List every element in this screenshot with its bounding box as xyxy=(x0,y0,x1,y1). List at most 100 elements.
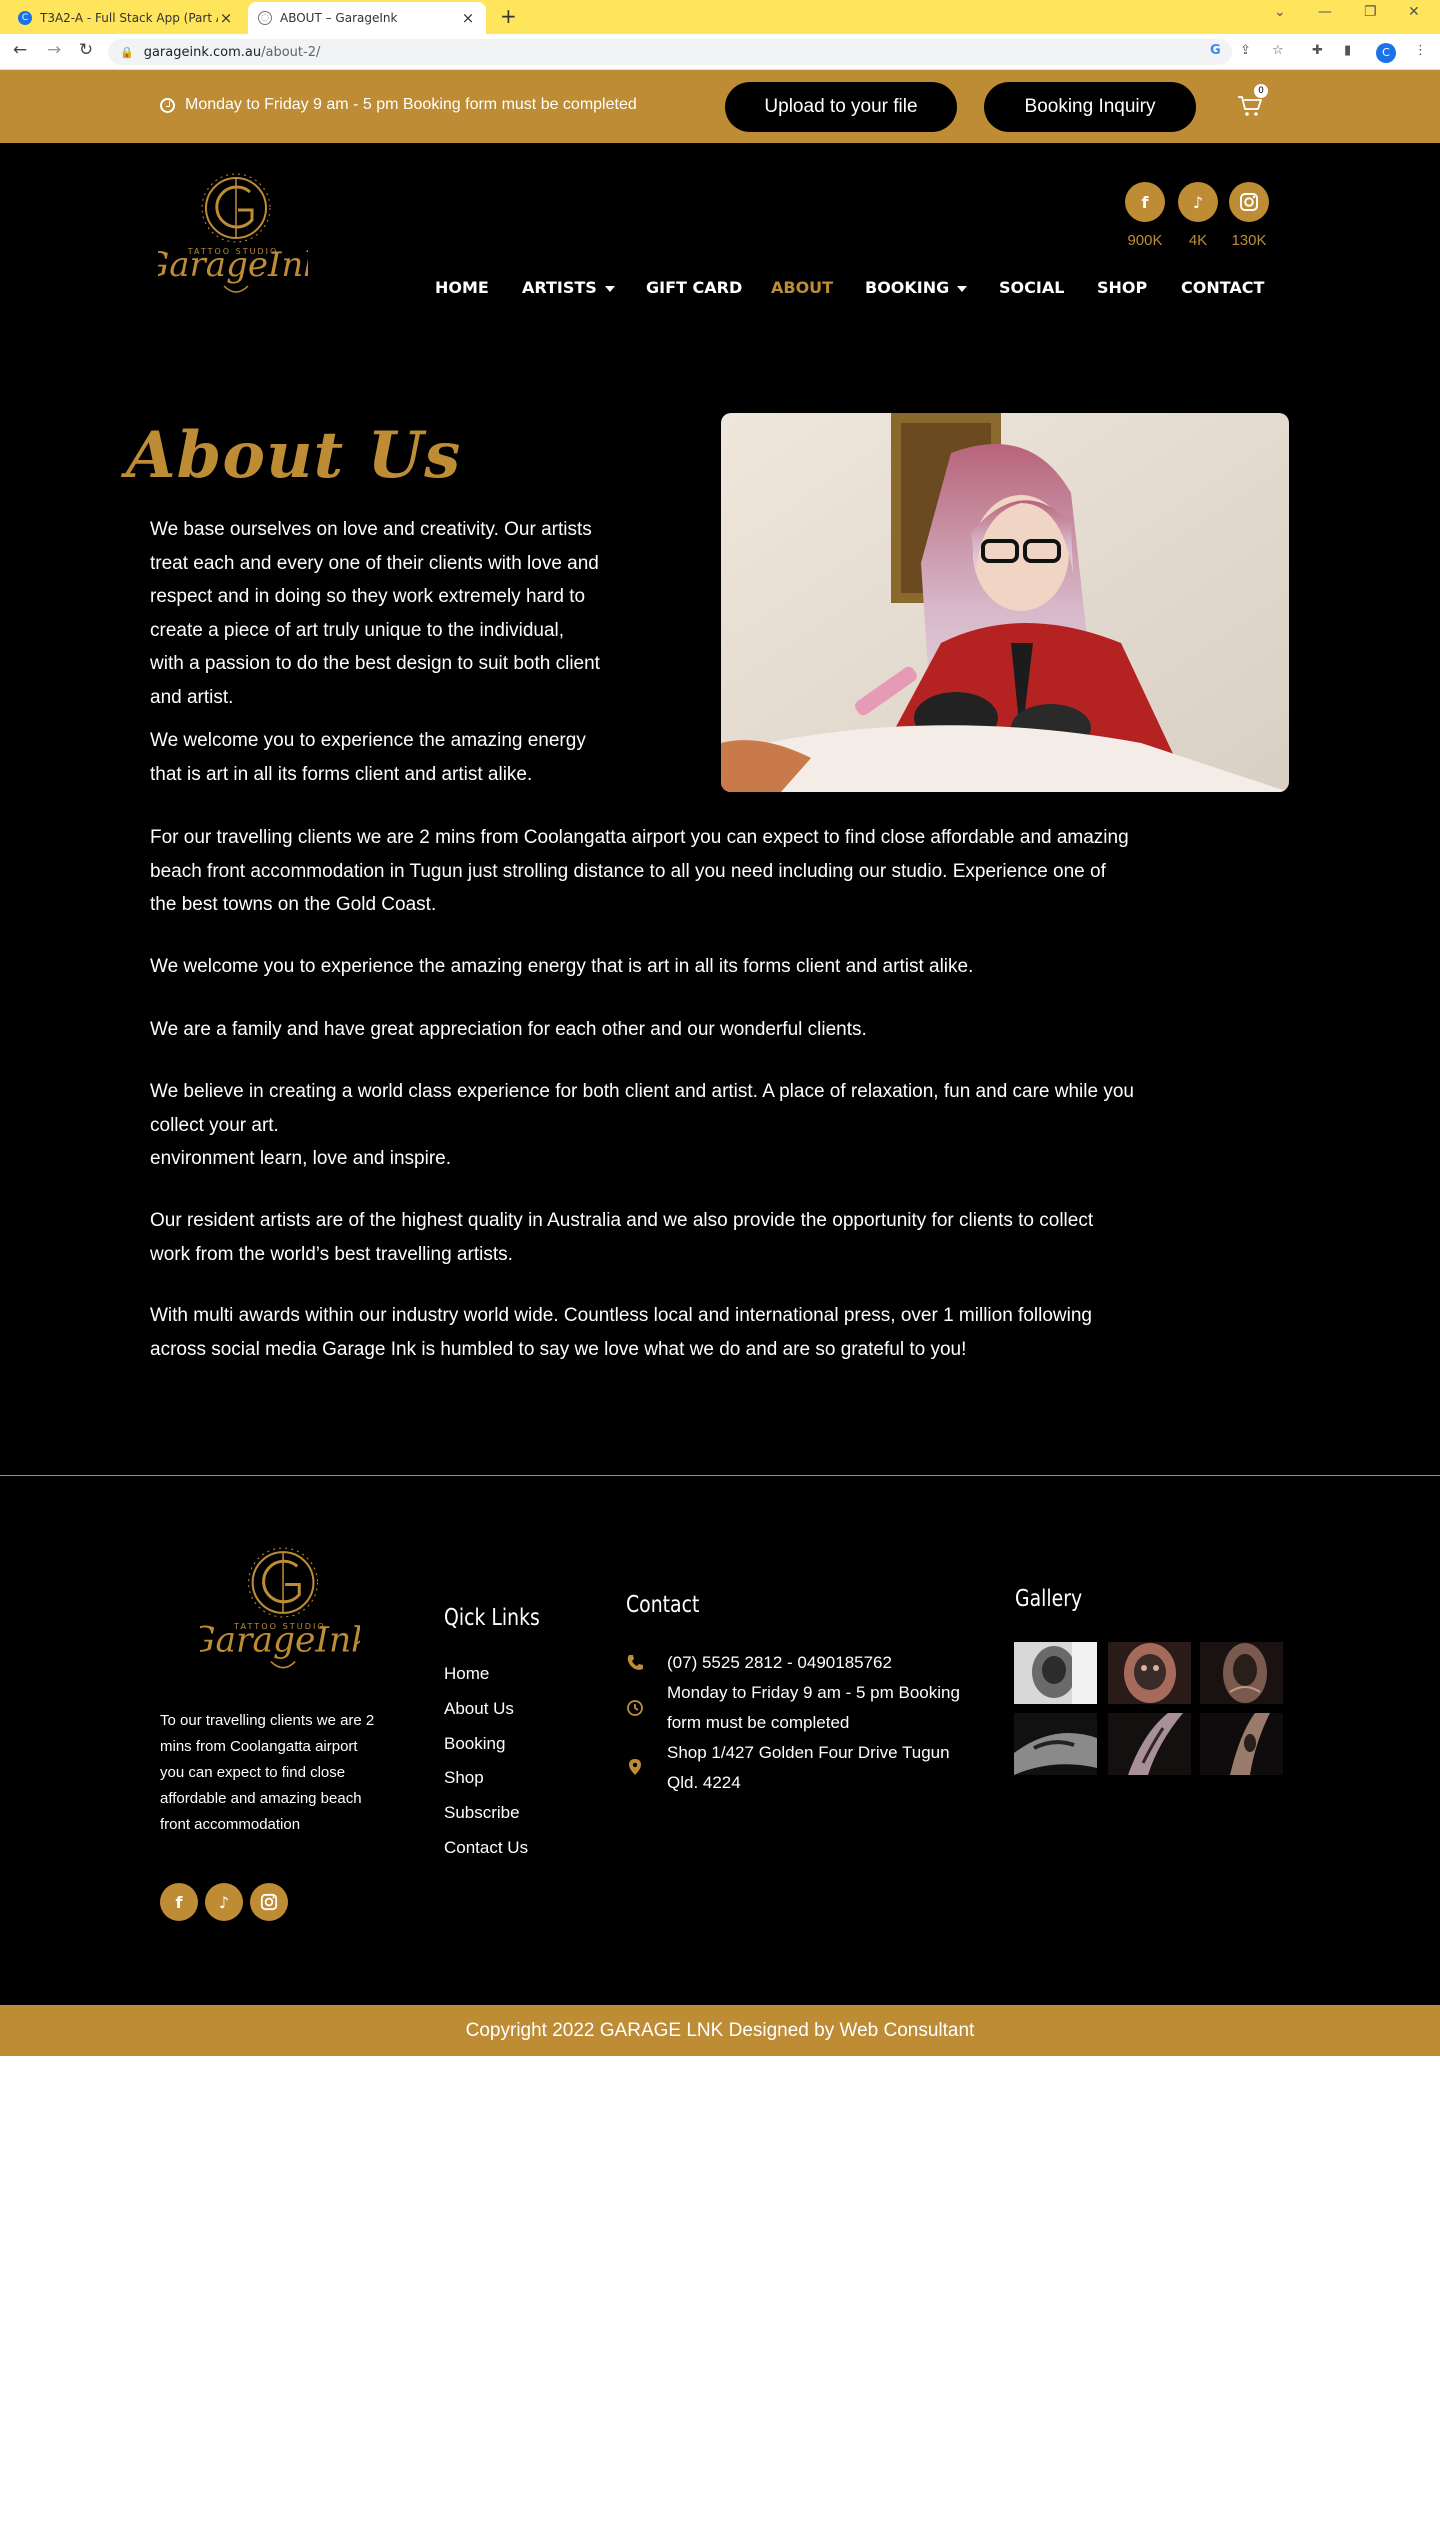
share-icon[interactable]: ⇪ xyxy=(1240,43,1251,58)
menu-kebab-icon[interactable]: ⋮ xyxy=(1414,43,1427,58)
google-translate-icon[interactable]: G xyxy=(1210,43,1221,58)
reload-icon[interactable]: ↻ xyxy=(74,40,98,60)
instagram-followers: 130K xyxy=(1231,232,1267,249)
contact-address: Shop 1/427 Golden Four Drive Tugun Qld. … xyxy=(667,1738,987,1798)
welcome-line: We welcome you to experience the amazing… xyxy=(150,730,586,751)
footer-facebook-icon[interactable]: f xyxy=(160,1883,198,1921)
new-tab-icon[interactable]: + xyxy=(500,4,517,28)
nav-contact[interactable]: CONTACT xyxy=(1181,278,1264,297)
nav-artists[interactable]: ARTISTS xyxy=(522,278,615,297)
footer-blurb-line: To our travelling clients we are 2 xyxy=(160,1712,375,1729)
footer-tiktok-icon[interactable]: ♪ xyxy=(205,1883,243,1921)
awards-line: With multi awards within our industry wo… xyxy=(150,1305,1092,1326)
footer-link-contact[interactable]: Contact Us xyxy=(444,1838,528,1858)
nav-booking[interactable]: BOOKING xyxy=(865,278,968,297)
footer-logo[interactable]: GarageInk TATTOO STUDIO xyxy=(200,1544,360,1694)
believe-line: We believe in creating a world class exp… xyxy=(150,1081,1134,1102)
close-tab-icon[interactable]: × xyxy=(218,9,234,27)
address-bar[interactable]: 🔒 garageink.com.au/about-2/ xyxy=(108,39,1232,65)
travel-line: For our travelling clients we are 2 mins… xyxy=(150,827,1129,848)
awards-line: across social media Garage Ink is humble… xyxy=(150,1338,967,1360)
profile-avatar[interactable]: C xyxy=(1376,43,1396,63)
gallery-thumbnail[interactable] xyxy=(1200,1642,1283,1704)
contact-hours-line: Monday to Friday 9 am - 5 pm Booking xyxy=(667,1683,960,1702)
contact-hours: Monday to Friday 9 am - 5 pm Booking for… xyxy=(667,1678,987,1738)
intro-line: create a piece of art truly unique to th… xyxy=(150,619,565,641)
nav-social[interactable]: SOCIAL xyxy=(999,278,1064,297)
clock-icon xyxy=(627,1700,643,1716)
footer-link-shop[interactable]: Shop xyxy=(444,1768,484,1788)
welcome-full-paragraph: We welcome you to experience the amazing… xyxy=(150,956,974,977)
extensions-icon[interactable]: ✚ xyxy=(1312,43,1323,58)
footer-blurb-line: front accommodation xyxy=(160,1816,301,1833)
footer-link-about[interactable]: About Us xyxy=(444,1699,514,1719)
family-paragraph: We are a family and have great appreciat… xyxy=(150,1019,867,1040)
gallery-thumbnail[interactable] xyxy=(1108,1642,1191,1704)
svg-text:TATTOO STUDIO: TATTOO STUDIO xyxy=(187,247,279,256)
instagram-icon[interactable] xyxy=(1229,182,1269,222)
tab-search-icon[interactable]: ⌄ xyxy=(1274,4,1286,20)
nav-gift-card[interactable]: GIFT CARD xyxy=(646,278,742,297)
browser-tab-2[interactable]: ◌ ABOUT – GarageInk × xyxy=(248,2,486,34)
gallery-thumbnail[interactable] xyxy=(1108,1713,1191,1775)
close-tab-icon[interactable]: × xyxy=(460,9,476,27)
nav-booking-label: BOOKING xyxy=(865,278,950,297)
booking-inquiry-button[interactable]: Booking Inquiry xyxy=(984,82,1196,132)
tab-title: T3A2-A - Full Stack App (Part A) xyxy=(40,11,218,25)
restore-icon[interactable]: ❐ xyxy=(1364,4,1377,20)
nav-shop[interactable]: SHOP xyxy=(1097,278,1147,297)
intro-line: treat each and every one of their client… xyxy=(150,552,599,574)
tattoo-artist-photo xyxy=(721,413,1289,792)
facebook-followers: 900K xyxy=(1127,232,1163,249)
window-close-icon[interactable]: ✕ xyxy=(1408,4,1420,20)
forward-icon[interactable]: → xyxy=(42,40,66,60)
tiktok-followers: 4K xyxy=(1188,232,1208,249)
instagram-glyph xyxy=(260,1893,278,1911)
tiktok-icon[interactable]: ♪ xyxy=(1178,182,1218,222)
footer-instagram-icon[interactable] xyxy=(250,1883,288,1921)
footer-link-home[interactable]: Home xyxy=(444,1664,489,1684)
social-facebook: f 900K xyxy=(1125,182,1165,249)
nav-home[interactable]: HOME xyxy=(435,278,489,297)
resident-line: work from the world’s best travelling ar… xyxy=(150,1243,513,1265)
browser-toolbar: ← → ↻ 🔒 garageink.com.au/about-2/ G ⇪ ☆ … xyxy=(0,34,1440,70)
back-icon[interactable]: ← xyxy=(8,40,32,60)
garageink-logo[interactable]: GarageInk TATTOO STUDIO xyxy=(158,170,308,318)
page-title: About Us xyxy=(126,418,462,493)
opening-hours: Monday to Friday 9 am - 5 pm Booking for… xyxy=(160,96,637,114)
facebook-icon[interactable]: f xyxy=(1125,182,1165,222)
footer-divider xyxy=(0,1475,1440,1476)
footer-link-booking[interactable]: Booking xyxy=(444,1734,505,1754)
gallery-thumbnail[interactable] xyxy=(1200,1713,1283,1775)
phone-icon xyxy=(627,1655,643,1670)
instagram-glyph xyxy=(1240,193,1258,211)
believe-line: collect your art. xyxy=(150,1114,279,1136)
footer-blurb-line: mins from Coolangatta airport xyxy=(160,1738,358,1755)
browser-tab-strip: C T3A2-A - Full Stack App (Part A) × ◌ A… xyxy=(0,0,1440,34)
canvas-favicon-icon: C xyxy=(18,11,32,25)
intro-line: with a passion to do the best design to … xyxy=(150,653,600,674)
gallery-thumbnail[interactable] xyxy=(1014,1642,1097,1704)
minimize-icon[interactable]: — xyxy=(1318,4,1332,20)
clock-icon xyxy=(160,97,175,113)
top-info-bar: Monday to Friday 9 am - 5 pm Booking for… xyxy=(0,70,1440,143)
travel-line: the best towns on the Gold Coast. xyxy=(150,894,437,915)
chevron-down-icon xyxy=(604,285,615,292)
upload-file-button[interactable]: Upload to your file xyxy=(725,82,957,132)
browser-tab-1[interactable]: C T3A2-A - Full Stack App (Part A) × xyxy=(8,2,244,34)
believe-line: environment learn, love and inspire. xyxy=(150,1148,452,1169)
footer-blurb-line: affordable and amazing beach xyxy=(160,1790,362,1807)
contact-phone[interactable]: (07) 5525 2812 - 0490185762 xyxy=(667,1648,987,1678)
welcome-line: that is art in all its forms client and … xyxy=(150,763,533,785)
tab-title: ABOUT – GarageInk xyxy=(280,11,398,25)
side-panel-icon[interactable]: ▮ xyxy=(1344,43,1351,58)
contact-address-line: Qld. 4224 xyxy=(667,1773,741,1792)
gallery-thumbnail[interactable] xyxy=(1014,1713,1097,1775)
bookmark-star-icon[interactable]: ☆ xyxy=(1272,43,1284,58)
contact-hours-line: form must be completed xyxy=(667,1713,850,1732)
url-path: /about-2/ xyxy=(261,44,321,60)
nav-about[interactable]: ABOUT xyxy=(771,278,833,297)
travel-paragraph: For our travelling clients we are 2 mins… xyxy=(150,821,1129,922)
footer-link-subscribe[interactable]: Subscribe xyxy=(444,1803,520,1823)
welcome-paragraph: We welcome you to experience the amazing… xyxy=(150,724,586,791)
